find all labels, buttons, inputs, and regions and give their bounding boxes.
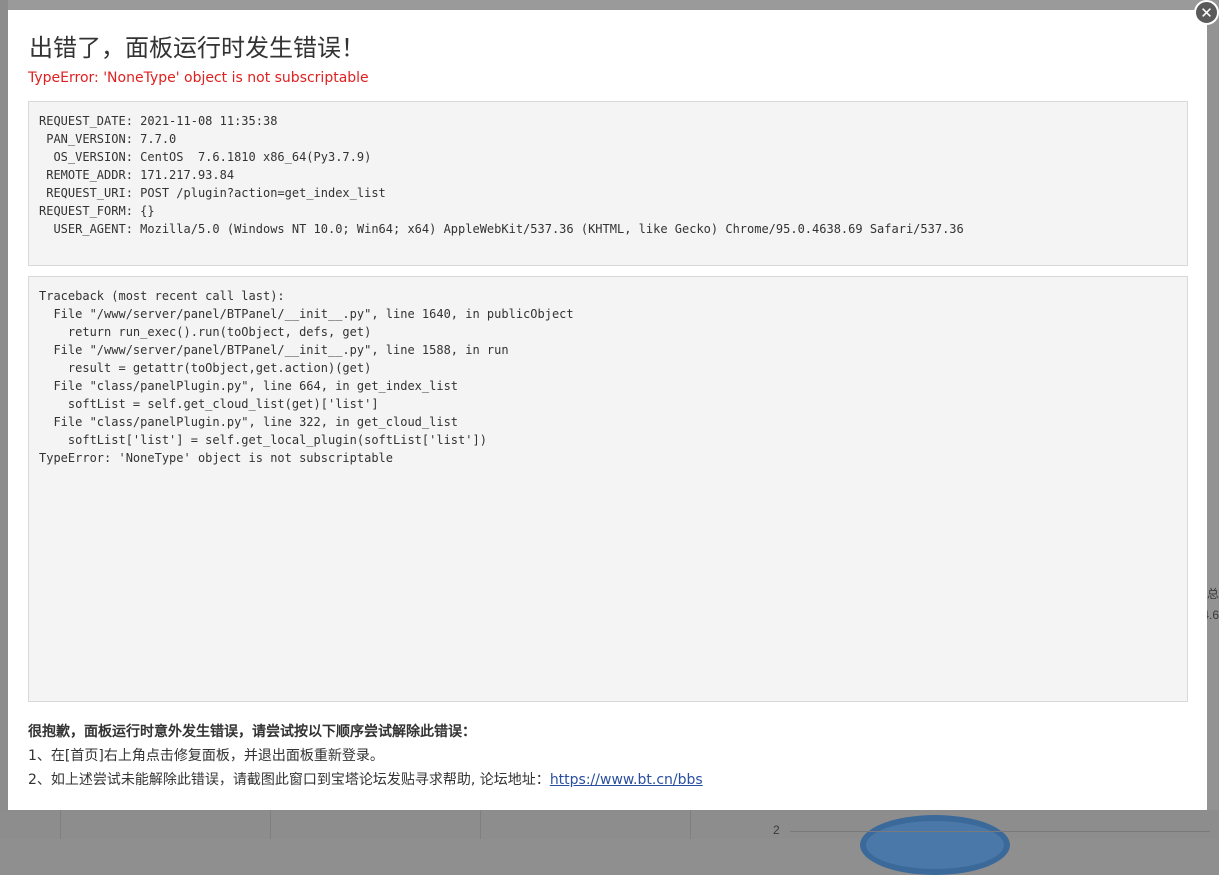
background-divider [60,810,61,839]
background-pie-chart [860,815,1010,875]
traceback-line: Traceback (most recent call last): [39,289,285,303]
request-info-line: PAN_VERSION: 7.7.0 [39,132,177,146]
background-fragment-1: 总 [1206,587,1219,601]
traceback-line: softList['list'] = self.get_local_plugin… [39,433,487,447]
help-step-2: 2、如上述尝试未能解除此错误，请截图此窗口到宝塔论坛发贴寻求帮助, 论坛地址：h… [28,768,1188,792]
request-info-box: REQUEST_DATE: 2021-11-08 11:35:38 PAN_VE… [28,101,1188,266]
help-title: 很抱歉，面板运行时意外发生错误，请尝试按以下顺序尝试解除此错误： [28,724,476,740]
background-right-gutter [1207,0,1219,839]
error-dialog: 出错了，面板运行时发生错误！ TypeError: 'NoneType' obj… [8,10,1207,810]
error-message: TypeError: 'NoneType' object is not subs… [28,70,369,86]
traceback-line: File "class/panelPlugin.py", line 322, i… [39,415,459,429]
help-step-1: 1、在[首页]右上角点击修复面板，并退出面板重新登录。 [28,748,384,764]
close-button[interactable]: ✕ [1194,0,1219,25]
dialog-title: 出错了，面板运行时发生错误！ [29,34,365,62]
traceback-line: File "/www/server/panel/BTPanel/__init__… [39,307,574,321]
forum-link[interactable]: https://www.bt.cn/bbs [550,772,703,788]
traceback-line: File "class/panelPlugin.py", line 664, i… [39,379,459,393]
request-info-line: REMOTE_ADDR: 171.217.93.84 [39,168,235,182]
request-info-line: OS_VERSION: CentOS 7.6.1810 x86_64(Py3.7… [39,150,372,164]
traceback-line: result = getattr(toObject,get.action)(ge… [39,361,372,375]
help-section: 很抱歉，面板运行时意外发生错误，请尝试按以下顺序尝试解除此错误： 1、在[首页]… [28,720,1188,792]
traceback-line: return run_exec().run(toObject, defs, ge… [39,325,372,339]
traceback-line: File "/www/server/panel/BTPanel/__init__… [39,343,509,357]
background-axis-line [790,831,1210,832]
traceback-box[interactable]: Traceback (most recent call last): File … [28,276,1188,702]
close-icon: ✕ [1200,3,1213,22]
traceback-line: TypeError: 'NoneType' object is not subs… [39,451,394,465]
request-info-line: REQUEST_URI: POST /plugin?action=get_ind… [39,186,386,200]
request-info-line: USER_AGENT: Mozilla/5.0 (Windows NT 10.0… [39,222,964,236]
background-divider [690,810,691,839]
help-step-2-text: 2、如上述尝试未能解除此错误，请截图此窗口到宝塔论坛发贴寻求帮助, 论坛地址： [28,772,550,788]
background-divider [480,810,481,839]
request-info-line: REQUEST_DATE: 2021-11-08 11:35:38 [39,114,278,128]
background-bottom-panel [0,810,1219,839]
background-left-strip [0,0,8,839]
background-axis-label: 2 [773,823,780,837]
background-divider [270,810,271,839]
traceback-line: softList = self.get_cloud_list(get)['lis… [39,397,379,411]
request-info-line: REQUEST_FORM: {} [39,204,155,218]
